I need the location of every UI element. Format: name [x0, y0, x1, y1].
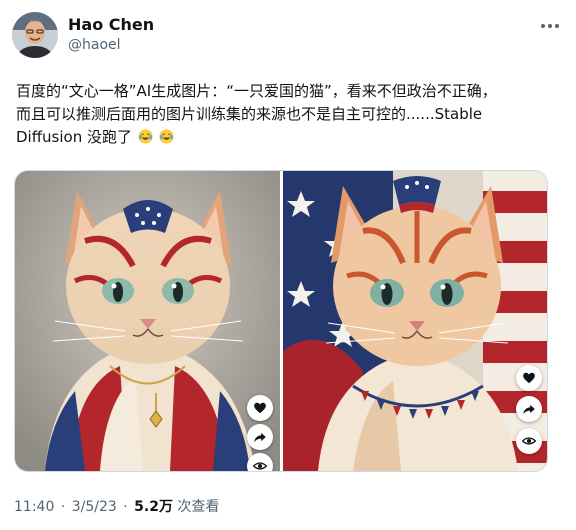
heart-icon[interactable] [247, 395, 273, 421]
avatar-portrait-icon [12, 12, 58, 58]
laughing-tears-emoji-icon [138, 129, 153, 144]
tweet-text-line-2: 而且可以推测后面用的图片训练集的来源也不是自主可控的......Stable [16, 105, 483, 123]
cat-american-flag-background-image[interactable] [283, 171, 547, 471]
tweet-time[interactable]: 11:40 [14, 499, 54, 515]
tweet-meta: 11:40 · 3/5/23 · 5.2万 次查看 [14, 496, 219, 516]
tweet-text-line-3-text: Diffusion 没跑了 [16, 128, 132, 146]
eye-icon[interactable] [516, 428, 542, 454]
views-count: 5.2万 [134, 499, 173, 515]
cat-american-flag-image[interactable] [15, 171, 280, 471]
more-options-icon[interactable] [536, 16, 564, 36]
author-handle: @haoel [68, 37, 121, 53]
tweet-media [14, 170, 548, 472]
tweet-text-line-3: Diffusion 没跑了 [16, 126, 564, 149]
tweet-header: Hao Chen @haoel [12, 8, 564, 60]
laughing-tears-emoji-icon [159, 129, 174, 144]
meta-separator: · [123, 499, 128, 515]
views-label: 次查看 [177, 499, 220, 515]
share-icon[interactable] [516, 396, 542, 422]
share-icon[interactable] [247, 424, 273, 450]
heart-icon[interactable] [516, 365, 542, 391]
tweet-text: 百度的“文心一格”AI生成图片：“一只爱国的猫”，看来不但政治不正确， 而且可以… [16, 80, 564, 149]
tweet-date[interactable]: 3/5/23 [72, 499, 117, 515]
tweet-text-line-1: 百度的“文心一格”AI生成图片：“一只爱国的猫”，看来不但政治不正确， [16, 82, 497, 100]
avatar[interactable] [12, 12, 58, 58]
meta-separator: · [60, 499, 66, 515]
author-name[interactable]: Hao Chen [68, 15, 154, 34]
